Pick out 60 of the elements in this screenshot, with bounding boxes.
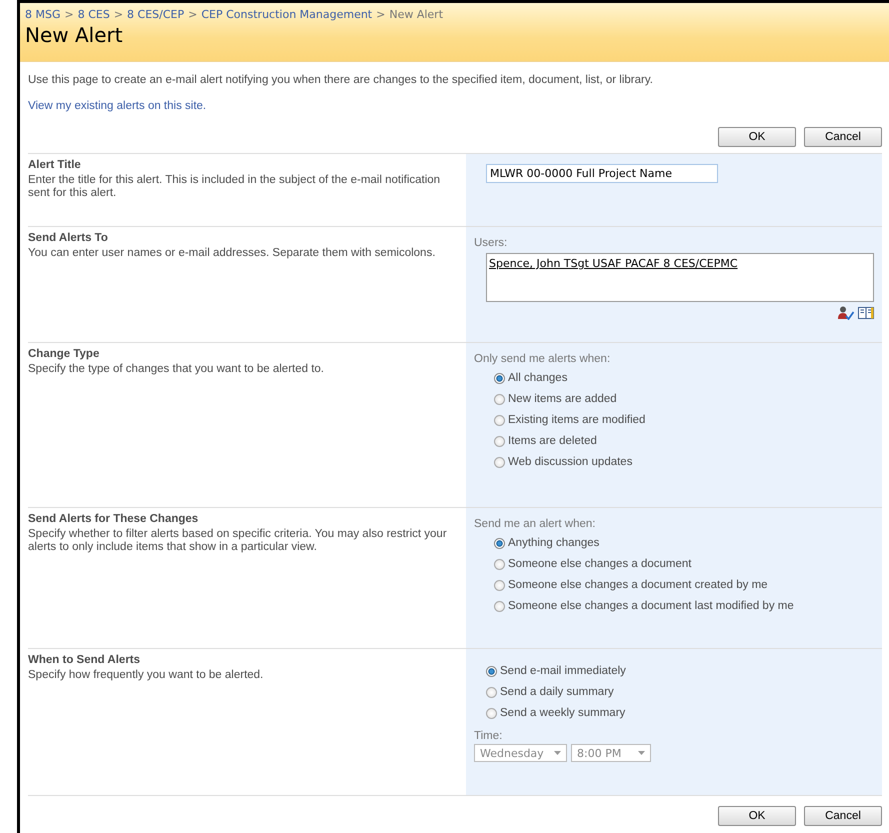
radio-option[interactable]: Someone else changes a document (494, 558, 874, 570)
radio-option[interactable]: All changes (494, 372, 874, 384)
address-book-icon[interactable] (858, 306, 874, 319)
radio-button[interactable] (486, 666, 497, 676)
form-button[interactable]: OK (718, 806, 796, 826)
check-names-icon[interactable] (838, 306, 854, 320)
section-title: Send Alerts for These Changes (28, 513, 200, 525)
alert-title-field[interactable]: MLWR 00-0000 Full Project Name (486, 164, 718, 183)
breadcrumb-separator: > (64, 8, 74, 21)
section-description: Specify the type of changes that you want to be alerted to. (28, 363, 325, 376)
existing-alerts-link[interactable]: View my existing alerts on this site. (28, 100, 206, 112)
radio-button[interactable] (494, 558, 505, 570)
section-description: You can enter user names or e-mail addresses. Separate them with semicolons. (28, 247, 436, 260)
dropdown-arrow-icon (554, 751, 561, 755)
radio-button[interactable] (486, 708, 497, 718)
radio-option[interactable]: Items are deleted (494, 435, 874, 447)
breadcrumb-link[interactable]: 8 MSG (25, 8, 60, 21)
breadcrumb-link[interactable]: CEP Construction Management (201, 8, 372, 21)
radio-button[interactable] (494, 436, 505, 446)
users-field[interactable]: Spence, John TSgt USAF PACAF 8 CES/CEPMC (486, 253, 874, 302)
section-description: Specify how frequently you want to be alerted. (28, 669, 264, 682)
section-title: Send Alerts To (28, 232, 109, 244)
breadcrumb-separator: > (114, 8, 124, 21)
field-label: Time: (474, 730, 504, 742)
section-title: When to Send Alerts (28, 654, 142, 666)
radio-button[interactable] (494, 394, 505, 404)
radio-option[interactable]: Send a daily summary (486, 686, 874, 698)
radio-button[interactable] (494, 414, 505, 426)
page-title: New Alert (25, 23, 124, 47)
form-button[interactable]: Cancel (804, 806, 882, 826)
section-description: Specify whether to filter alerts based on specific criteria. You may also restrict your alerts to only include items that show in a particular view. (28, 528, 448, 554)
radio-option[interactable]: Someone else changes a document created by me (494, 579, 874, 591)
field-label: Users: (474, 237, 508, 249)
radio-option[interactable]: Send e-mail immediately (486, 665, 874, 677)
section-title: Alert Title (28, 159, 82, 171)
intro-text: Use this page to create an e-mail alert notifying you when there are changes to the specified item, document, list, or library. (28, 74, 654, 86)
radio-option[interactable]: Anything changes (494, 537, 874, 549)
radio-button[interactable] (494, 580, 505, 590)
radio-button[interactable] (494, 372, 505, 384)
radio-option[interactable]: New items are added (494, 393, 874, 405)
breadcrumb-link[interactable]: 8 CES (78, 8, 110, 21)
field-label: Send me an alert when: (474, 518, 596, 530)
breadcrumb-separator: > (376, 8, 386, 21)
radio-option[interactable]: Send a weekly summary (486, 707, 874, 719)
form-button[interactable]: Cancel (804, 127, 882, 147)
radio-button[interactable] (494, 456, 505, 468)
breadcrumb-current: New Alert (389, 8, 444, 21)
radio-option[interactable]: Existing items are modified (494, 414, 874, 426)
form-button[interactable]: OK (718, 127, 796, 147)
radio-option[interactable]: Web discussion updates (494, 456, 874, 468)
breadcrumb-separator: > (188, 8, 198, 21)
section-description: Enter the title for this alert. This is included in the subject of the e-mail notification sent for this alert. (28, 174, 442, 200)
radio-option[interactable]: Someone else changes a document last modified by me (494, 600, 874, 612)
section-title: Change Type (28, 348, 100, 360)
radio-button[interactable] (486, 686, 497, 698)
breadcrumb-link[interactable]: 8 CES/CEP (127, 8, 184, 21)
dropdown-arrow-icon (638, 751, 645, 755)
field-label: Only send me alerts when: (474, 353, 612, 365)
radio-button[interactable] (494, 600, 505, 612)
radio-button[interactable] (494, 538, 505, 548)
